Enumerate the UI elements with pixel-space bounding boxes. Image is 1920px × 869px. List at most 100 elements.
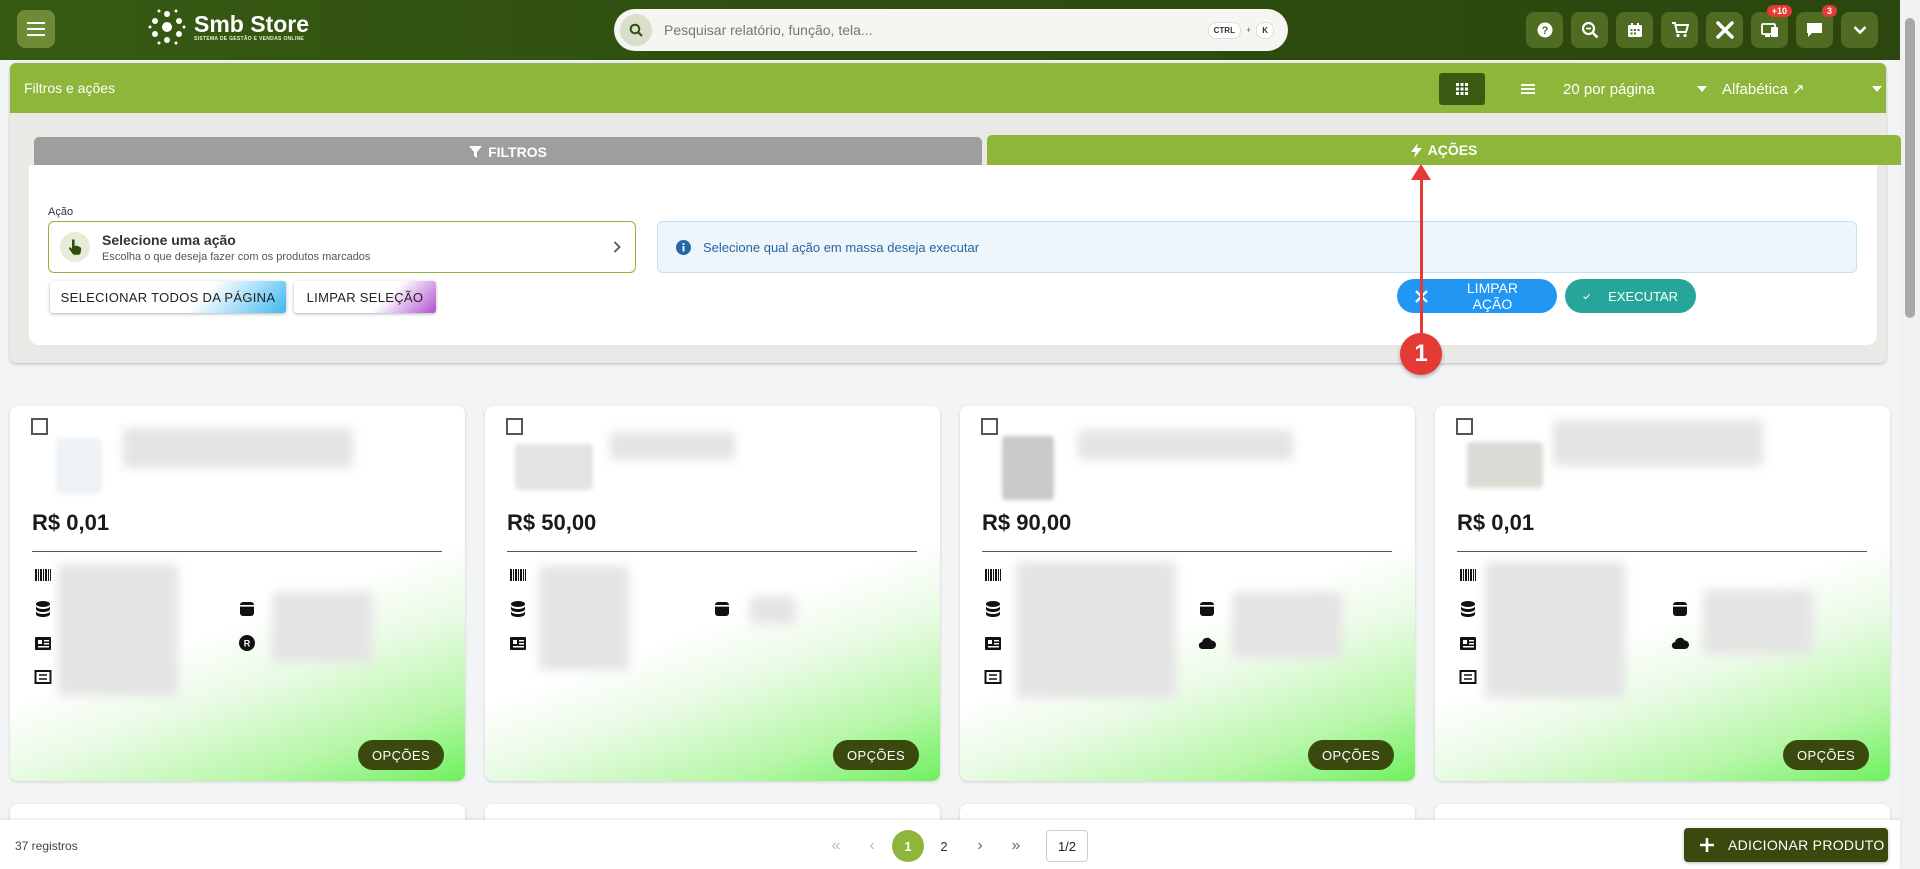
barcode-icon [985, 569, 1001, 581]
select-all-page-button[interactable]: SELECIONAR TODOS DA PÁGINA [50, 281, 286, 313]
search-button[interactable] [620, 14, 652, 46]
messages-badge: 3 [1821, 5, 1837, 17]
help-button[interactable]: ? [1526, 12, 1563, 48]
global-search[interactable]: CTRL + K [614, 9, 1288, 51]
clear-selection-button[interactable]: LIMPAR SELEÇÃO [294, 281, 436, 313]
shortcut-key-ctrl: CTRL [1207, 21, 1241, 39]
logo[interactable]: Smb Store SISTEMA DE GESTÃO E VENDAS ONL… [146, 6, 309, 48]
grid-view-button[interactable] [1439, 73, 1485, 105]
product-extra-blurred [272, 592, 372, 662]
product-price: R$ 0,01 [32, 510, 110, 535]
product-card[interactable]: R$ 0,01 OPÇÕES [1435, 406, 1890, 781]
last-page-button[interactable]: » [1000, 830, 1032, 862]
page-button-1[interactable]: 1 [892, 830, 924, 862]
more-menu-button[interactable] [1841, 12, 1878, 48]
search-shortcut: CTRL + K [1207, 21, 1274, 39]
annotation-marker: 1 [1400, 333, 1442, 375]
menu-button[interactable] [17, 10, 55, 48]
search-input[interactable] [664, 22, 1184, 38]
execute-button[interactable]: EXECUTAR [1565, 279, 1696, 313]
product-name-blurred [1553, 420, 1763, 466]
list-icon [1521, 84, 1535, 94]
box-icon [1673, 602, 1687, 616]
product-details-blurred [1016, 562, 1176, 698]
scrollbar-thumb[interactable] [1905, 18, 1915, 318]
product-card[interactable]: R$ 90,00 OPÇÕES [960, 406, 1415, 781]
sort-select[interactable]: Alfabética ↗ [1722, 73, 1888, 105]
tab-acoes[interactable]: AÇÕES [987, 135, 1901, 165]
acao-label: Ação [48, 206, 74, 218]
product-checkbox[interactable] [506, 418, 523, 435]
tools-button[interactable] [1706, 12, 1743, 48]
calendar-button[interactable] [1616, 12, 1653, 48]
prev-page-button[interactable]: ‹ [856, 830, 888, 862]
product-extra-blurred [1232, 592, 1342, 658]
catalog-icon [35, 637, 51, 650]
per-page-select[interactable]: 20 por página [1563, 73, 1713, 105]
page-button-2[interactable]: 2 [928, 830, 960, 862]
product-checkbox[interactable] [31, 418, 48, 435]
hamburger-icon [27, 22, 45, 36]
info-alert: Selecione qual ação em massa deseja exec… [657, 221, 1857, 273]
logo-icon [148, 9, 186, 45]
sort-value: Alfabética ↗ [1722, 81, 1805, 98]
catalog-icon [985, 637, 1001, 650]
page-indicator[interactable]: 1/2 [1046, 830, 1088, 862]
product-price: R$ 50,00 [507, 510, 597, 535]
first-page-button[interactable]: « [820, 830, 852, 862]
search-icon [629, 23, 643, 37]
logo-text: Smb Store [194, 11, 310, 37]
notifications-icon [1760, 23, 1778, 37]
options-button[interactable]: OPÇÕES [1783, 740, 1869, 770]
options-button[interactable]: OPÇÕES [833, 740, 919, 770]
card-divider [1457, 551, 1867, 552]
database-icon [986, 601, 1000, 617]
action-select-title: Selecione uma ação [102, 231, 236, 248]
panel-header: Filtros e ações 20 por página Alfabética… [10, 63, 1886, 113]
product-details-blurred [539, 566, 629, 670]
actions-body: Ação Selecione uma ação Escolha o que de… [29, 165, 1877, 345]
product-checkbox[interactable] [981, 418, 998, 435]
shortcut-plus: + [1245, 25, 1252, 35]
chevron-down-icon [1853, 26, 1866, 35]
next-page-button[interactable]: › [964, 830, 996, 862]
options-button[interactable]: OPÇÕES [1308, 740, 1394, 770]
product-card[interactable]: R$ 0,01 R OPÇÕES [10, 406, 465, 781]
hand-pointer-icon [68, 239, 82, 255]
add-product-button[interactable]: ADICIONAR PRODUTO [1684, 828, 1888, 862]
plus-icon [1700, 838, 1714, 852]
logo-subtitle: SISTEMA DE GESTÃO E VENDAS ONLINE [194, 36, 305, 42]
tools-icon [1715, 21, 1734, 39]
messages-icon [1807, 23, 1822, 37]
cloud-icon [1671, 637, 1689, 650]
card-divider [982, 551, 1392, 552]
action-select[interactable]: Selecione uma ação Escolha o que deseja … [48, 221, 636, 273]
clear-action-label: LIMPAR AÇÃO [1466, 280, 1518, 312]
calendar-icon [1627, 23, 1642, 37]
action-select-texts: Selecione uma ação Escolha o que deseja … [102, 232, 370, 263]
page-scrollbar[interactable] [1900, 0, 1920, 869]
card-divider [32, 551, 442, 552]
messages-button[interactable]: 3 [1796, 5, 1837, 48]
product-image [1002, 436, 1054, 500]
cart-button[interactable] [1661, 12, 1698, 48]
product-price: R$ 0,01 [1457, 510, 1535, 535]
per-page-value: 20 por página [1563, 80, 1655, 98]
product-checkbox[interactable] [1456, 418, 1473, 435]
barcode-icon [510, 569, 526, 581]
zoom-button[interactable] [1571, 12, 1608, 48]
product-details-blurred [1485, 562, 1625, 698]
filter-icon [469, 146, 483, 158]
notifications-button[interactable]: +10 [1751, 5, 1792, 48]
product-details-blurred [58, 564, 178, 696]
product-card[interactable]: R$ 50,00 OPÇÕES [485, 406, 940, 781]
top-bar: Smb Store SISTEMA DE GESTÃO E VENDAS ONL… [0, 0, 1900, 60]
box-icon [715, 602, 729, 616]
product-image [1467, 442, 1543, 488]
svg-text:R: R [244, 639, 251, 649]
options-button[interactable]: OPÇÕES [358, 740, 444, 770]
cart-icon [1671, 22, 1689, 38]
add-product-label: ADICIONAR PRODUTO [1728, 837, 1885, 853]
list-view-button[interactable] [1505, 73, 1551, 105]
tab-filtros[interactable]: FILTROS [34, 137, 982, 167]
